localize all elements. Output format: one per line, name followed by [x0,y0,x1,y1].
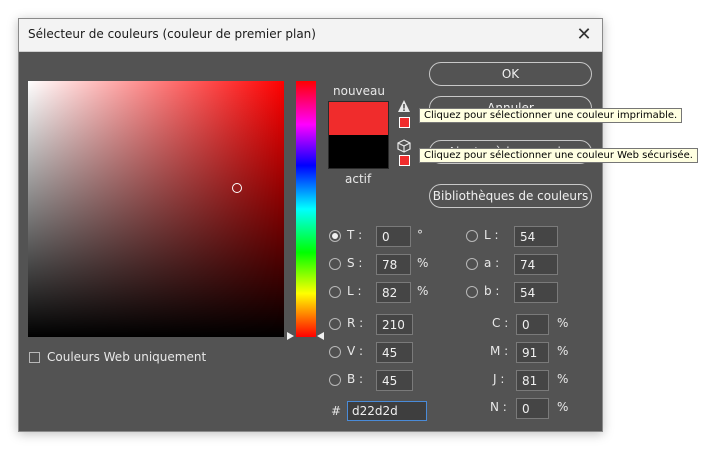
saturation-radio[interactable] [329,258,341,270]
brightness-input[interactable] [376,282,411,303]
hue-unit: ° [417,228,423,242]
green-label: V : [347,344,364,358]
web-safe-cube-icon[interactable] [397,139,411,153]
web-safe-color-swatch[interactable] [399,155,410,166]
green-radio[interactable] [329,346,341,358]
current-color-label: actif [345,172,372,186]
title-bar: Sélecteur de couleurs (couleur de premie… [19,19,602,52]
lab-b-input[interactable] [514,282,558,303]
magenta-label: M : [490,344,509,358]
magenta-input[interactable] [516,342,549,363]
red-label: R : [347,316,364,330]
red-radio[interactable] [329,318,341,330]
hue-slider-right-handle[interactable] [317,332,324,340]
yellow-label: J : [493,372,505,386]
black-input[interactable] [516,398,549,419]
hex-label: # [331,404,342,418]
current-color-swatch[interactable] [328,135,389,169]
new-color-label: nouveau [333,84,385,98]
magenta-unit: % [557,344,569,358]
yellow-input[interactable] [516,370,549,391]
brightness-radio[interactable] [329,286,341,298]
saturation-input[interactable] [376,254,411,275]
lab-b-radio[interactable] [466,286,478,298]
yellow-unit: % [557,372,569,386]
web-colors-only-label: Couleurs Web uniquement [47,350,207,364]
color-field[interactable] [28,81,284,337]
hex-input[interactable] [347,401,427,421]
hue-input[interactable] [376,226,411,247]
lab-l-label: L : [484,228,499,242]
brightness-label: L : [347,284,362,298]
hue-slider-left-handle[interactable] [287,332,294,340]
color-libraries-button[interactable]: Bibliothèques de couleurs [429,184,592,208]
lab-b-label: b : [484,284,500,298]
hue-slider[interactable] [296,81,316,337]
lab-a-input[interactable] [514,254,558,275]
lab-a-label: a : [484,256,500,270]
printable-color-swatch[interactable] [399,117,410,128]
blue-input[interactable] [376,370,413,391]
close-icon[interactable]: ✕ [570,21,598,49]
blue-radio[interactable] [329,374,341,386]
saturation-label: S : [347,256,363,270]
color-field-cursor[interactable] [232,183,242,193]
black-label: N : [490,400,507,414]
dialog-title: Sélecteur de couleurs (couleur de premie… [28,27,316,41]
blue-label: B : [347,372,364,386]
green-input[interactable] [376,342,413,363]
brightness-unit: % [417,284,429,298]
cyan-label: C : [492,316,509,330]
ok-button[interactable]: OK [429,62,592,86]
web-colors-only-checkbox[interactable] [29,352,40,363]
saturation-unit: % [417,256,429,270]
hue-radio[interactable] [329,230,341,242]
web-safe-tooltip: Cliquez pour sélectionner une couleur We… [419,148,698,163]
lab-l-input[interactable] [514,226,558,247]
cyan-unit: % [557,316,569,330]
gamut-warning-icon[interactable] [397,99,411,113]
cyan-input[interactable] [516,314,549,335]
black-unit: % [557,400,569,414]
color-picker-dialog: Sélecteur de couleurs (couleur de premie… [18,18,698,432]
hue-label: T : [347,228,363,242]
red-input[interactable] [376,314,413,335]
lab-l-radio[interactable] [466,230,478,242]
printable-tooltip: Cliquez pour sélectionner une couleur im… [419,108,683,123]
new-color-swatch [328,101,389,136]
lab-a-radio[interactable] [466,258,478,270]
